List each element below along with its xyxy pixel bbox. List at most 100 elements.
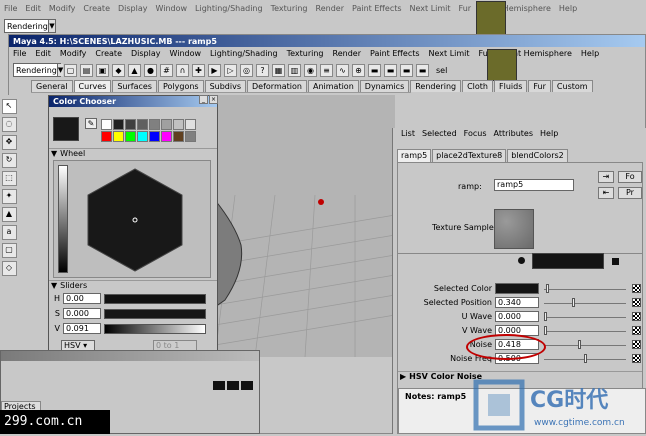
background-menu-item[interactable]: Display	[118, 4, 148, 13]
attribute-menu-item[interactable]: Focus	[464, 129, 487, 138]
palette-swatch[interactable]	[101, 131, 112, 142]
layout-single-icon[interactable]: ▢	[1, 243, 17, 258]
shelf-tab[interactable]: Subdivs	[204, 80, 247, 92]
clapper-icon-2[interactable]: ▬	[384, 63, 397, 77]
wheel-section-header[interactable]: ▼ Wheel	[49, 148, 217, 158]
shelf-arrow-icon[interactable]	[487, 49, 517, 81]
presets-button[interactable]: Pr	[618, 187, 642, 199]
background-menu-item[interactable]: Modify	[49, 4, 76, 13]
v-wave-slider[interactable]	[544, 326, 547, 335]
mode-dropdown[interactable]: Rendering ▼	[13, 63, 64, 77]
move-tool-icon[interactable]: ✥	[1, 135, 17, 150]
attribute-tab[interactable]: ramp5	[397, 149, 432, 162]
ramp-name-field[interactable]: ramp5	[494, 179, 574, 191]
map-button-icon[interactable]	[632, 354, 641, 363]
selected-color-slider[interactable]	[546, 284, 549, 293]
shelf-tab[interactable]: Fur	[528, 80, 551, 92]
manipulator-tool-icon[interactable]: ✦	[1, 189, 17, 204]
background-menu-item[interactable]: File	[4, 4, 17, 13]
sliders-section-header[interactable]: ▼ Sliders	[49, 280, 217, 290]
palette-swatch[interactable]	[149, 119, 160, 130]
new-scene-icon[interactable]: ▢	[64, 63, 77, 77]
background-menu-item[interactable]: Next Limit	[410, 4, 451, 13]
shelf-tab[interactable]: Dynamics	[359, 80, 410, 92]
panel-icon-3[interactable]	[241, 381, 253, 390]
background-menu-item[interactable]: Lighting/Shading	[195, 4, 263, 13]
select-component-icon[interactable]: ●	[144, 63, 157, 77]
snap-grid-icon[interactable]: #	[160, 63, 173, 77]
panel-icon-2[interactable]	[227, 381, 239, 390]
palette-swatch[interactable]	[161, 131, 172, 142]
attribute-tab[interactable]: place2dTexture8	[432, 149, 507, 162]
selected-color-swatch[interactable]	[495, 283, 539, 294]
layout-four-icon[interactable]: ◇	[1, 261, 17, 276]
menu-item[interactable]: Display	[131, 49, 161, 58]
select-hierarchy-icon[interactable]: ◆	[112, 63, 125, 77]
background-menu-item[interactable]: Create	[83, 4, 110, 13]
ramp-entry-handle[interactable]	[518, 257, 525, 264]
palette-swatch[interactable]	[137, 131, 148, 142]
value-slider[interactable]	[104, 323, 206, 334]
attribute-tab[interactable]: blendColors2	[507, 149, 568, 162]
palette-swatch[interactable]	[149, 131, 160, 142]
menu-item[interactable]: Next Limit	[429, 49, 470, 58]
ipr-render-icon[interactable]: ▷	[224, 63, 237, 77]
palette-swatch[interactable]	[113, 131, 124, 142]
shelf-scroll-icon[interactable]	[476, 1, 506, 35]
shelf-tab[interactable]: Surfaces	[112, 80, 157, 92]
channel-box-icon[interactable]: ▥	[288, 63, 301, 77]
focus-button[interactable]: Fo	[618, 171, 642, 183]
shelf-tab[interactable]: Polygons	[157, 80, 204, 92]
attribute-menu-item[interactable]: List	[401, 129, 415, 138]
close-icon[interactable]: ×	[209, 95, 218, 104]
saturation-slider[interactable]	[104, 308, 206, 319]
palette-swatch[interactable]	[185, 119, 196, 130]
palette-swatch[interactable]	[137, 119, 148, 130]
clapper-icon-3[interactable]: ▬	[400, 63, 413, 77]
open-scene-icon[interactable]: ▤	[80, 63, 93, 77]
hue-slider[interactable]	[104, 293, 206, 304]
perspective-viewport[interactable]	[215, 95, 395, 357]
shelf-tab[interactable]: Fluids	[494, 80, 528, 92]
menu-item[interactable]: Edit	[35, 49, 51, 58]
u-wave-slider[interactable]	[544, 312, 547, 321]
menu-item[interactable]: File	[13, 49, 26, 58]
background-menu-item[interactable]: Texturing	[271, 4, 308, 13]
shelf-tab[interactable]: General	[31, 80, 73, 92]
clapper-icon-1[interactable]: ▬	[368, 63, 381, 77]
shelf-tab[interactable]: Deformation	[247, 80, 307, 92]
noise-freq-slider[interactable]	[584, 354, 587, 363]
background-menu-item[interactable]: Edit	[25, 4, 41, 13]
background-menu-item[interactable]: Help	[559, 4, 577, 13]
attr-tool-icon[interactable]: a	[1, 225, 17, 240]
snap-point-icon[interactable]: ✚	[192, 63, 205, 77]
map-button-icon[interactable]	[632, 326, 641, 335]
menu-item[interactable]: Window	[170, 49, 202, 58]
selected-position-field[interactable]: 0.340	[495, 297, 539, 308]
delete-entry-icon[interactable]	[612, 258, 619, 265]
color-hexagon[interactable]	[80, 165, 190, 273]
shelf-tab[interactable]: Cloth	[462, 80, 494, 92]
render-globals-icon[interactable]: ◎	[240, 63, 253, 77]
palette-swatch[interactable]	[173, 131, 184, 142]
shelf-tab[interactable]: Curves	[73, 80, 112, 92]
current-color-swatch[interactable]	[53, 117, 79, 141]
menu-item[interactable]: Create	[95, 49, 122, 58]
map-button-icon[interactable]	[632, 284, 641, 293]
noise-slider[interactable]	[578, 340, 581, 349]
selected-position-slider[interactable]	[572, 298, 575, 307]
hue-field[interactable]: 0.00	[63, 293, 101, 304]
ramp-strip[interactable]	[532, 253, 604, 269]
last-tool-icon[interactable]: ▲	[1, 207, 17, 222]
background-menu-item[interactable]: Fur	[459, 4, 472, 13]
menu-item[interactable]: Help	[581, 49, 599, 58]
select-tool-icon[interactable]: ↖	[1, 99, 17, 114]
palette-swatch[interactable]	[101, 119, 112, 130]
select-object-icon[interactable]: ▲	[128, 63, 141, 77]
map-button-icon[interactable]	[632, 298, 641, 307]
menu-item[interactable]: Modify	[60, 49, 87, 58]
palette-swatch[interactable]	[173, 119, 184, 130]
toggle-ui-icon[interactable]: ⊕	[352, 63, 365, 77]
attribute-menu-item[interactable]: Help	[540, 129, 558, 138]
palette-swatch[interactable]	[125, 131, 136, 142]
